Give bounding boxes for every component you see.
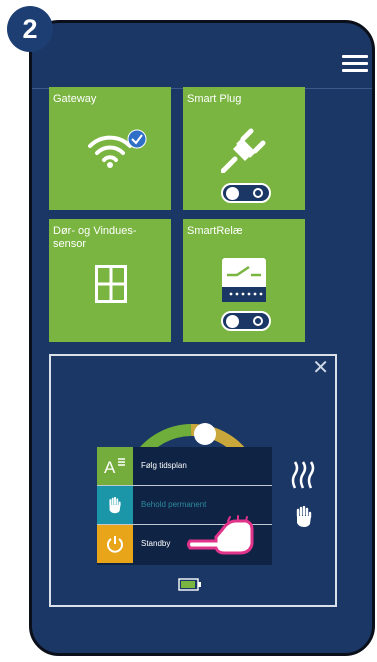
hand-icon xyxy=(296,506,312,527)
app-header xyxy=(32,23,372,89)
checkmark-icon xyxy=(127,129,147,149)
step-number-badge: 2 xyxy=(7,6,53,52)
svg-text:A: A xyxy=(104,458,116,475)
smart-plug-toggle[interactable] xyxy=(221,183,271,203)
smart-relay-toggle[interactable] xyxy=(221,311,271,331)
dial-knob[interactable] xyxy=(194,423,216,445)
menu-icon[interactable] xyxy=(342,55,368,73)
plug-icon xyxy=(221,128,266,173)
tile-door-window-sensor[interactable]: Dør- og Vindues- sensor xyxy=(49,219,171,342)
toggle-knob xyxy=(226,187,239,200)
tile-smart-plug-label: Smart Plug xyxy=(187,93,242,105)
tile-smart-relay-label: SmartRelæ xyxy=(187,225,243,237)
close-icon[interactable]: ✕ xyxy=(312,358,329,378)
hand-icon xyxy=(97,486,133,524)
mode-follow-schedule[interactable]: A Følg tidsplan xyxy=(97,447,272,486)
pointing-hand-icon xyxy=(187,515,254,555)
tile-smart-plug[interactable]: Smart Plug xyxy=(183,87,305,210)
tile-smart-relay[interactable]: SmartRelæ xyxy=(183,219,305,342)
toggle-off-indicator xyxy=(253,316,263,326)
toggle-off-indicator xyxy=(253,188,263,198)
battery-icon xyxy=(178,578,201,591)
toggle-knob xyxy=(226,315,239,328)
schedule-icon: A xyxy=(97,447,133,485)
tile-sensor-label: Dør- og Vindues- sensor xyxy=(53,225,137,250)
mode-label: Følg tidsplan xyxy=(141,461,187,470)
relay-icon xyxy=(222,258,266,302)
mode-label: Standby xyxy=(141,539,171,548)
power-icon xyxy=(97,525,133,563)
tile-gateway[interactable]: Gateway xyxy=(49,87,171,210)
heat-icon xyxy=(291,461,315,489)
tile-gateway-label: Gateway xyxy=(53,93,97,105)
screen: 2 Gateway Smart Plug Dør- og Vindues- se… xyxy=(0,0,377,662)
window-icon xyxy=(95,265,127,303)
